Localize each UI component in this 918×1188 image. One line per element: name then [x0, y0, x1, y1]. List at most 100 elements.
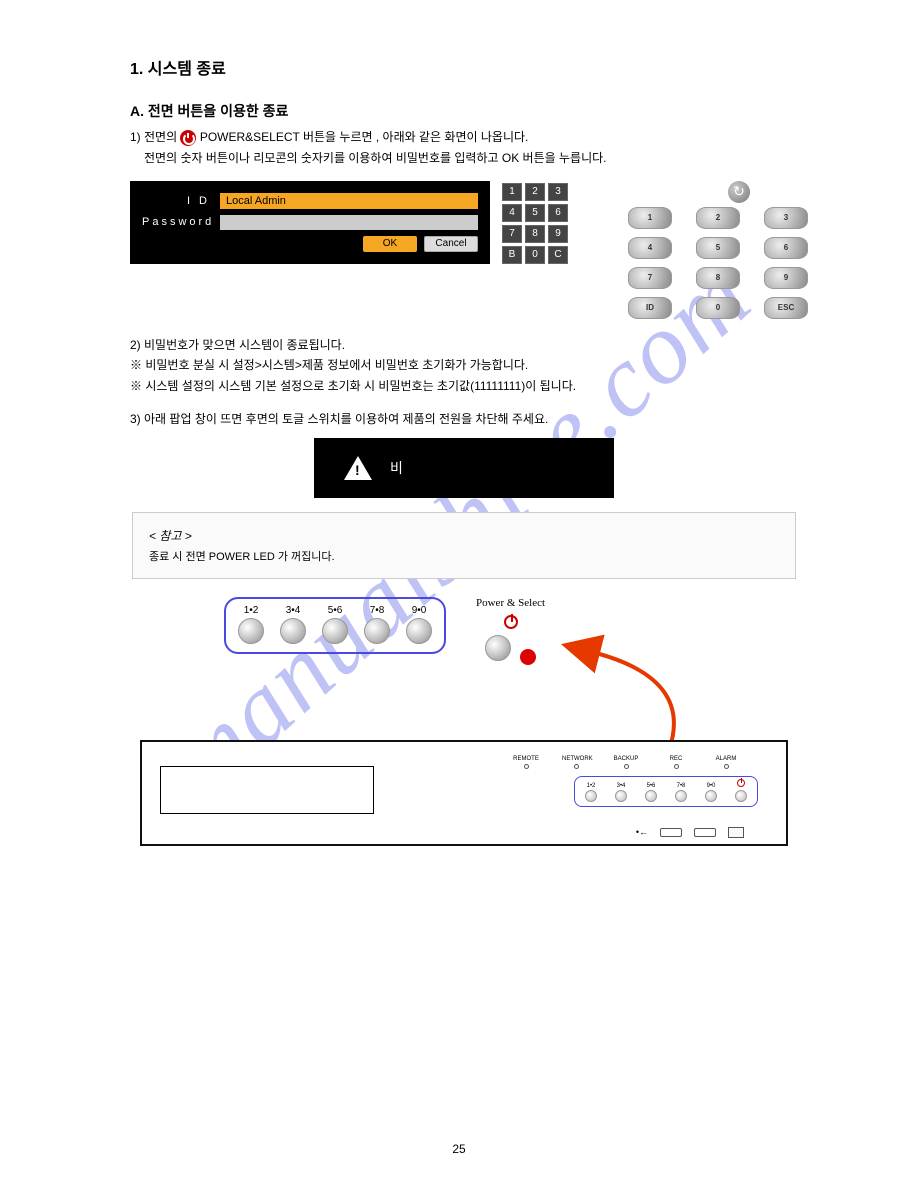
- knob-label-3: 5•6: [322, 605, 348, 616]
- key-8[interactable]: 8: [525, 225, 545, 243]
- knob-5[interactable]: [406, 618, 432, 644]
- key-2[interactable]: 2: [525, 183, 545, 201]
- usb-row: •←: [636, 827, 744, 838]
- knob-label-1: 1•2: [238, 605, 264, 616]
- ok-button[interactable]: OK: [363, 236, 417, 252]
- login-row: I D Local Admin Password OK Cancel 1 2 3…: [130, 181, 798, 319]
- led-alarm: ALARM: [716, 756, 737, 762]
- warning-triangle-icon: [344, 456, 372, 480]
- dvd-slot[interactable]: [160, 766, 374, 814]
- knob-label-4: 7•8: [364, 605, 390, 616]
- key-6[interactable]: 6: [548, 204, 568, 222]
- heading-sub-a: A. 전면 버튼을 이용한 종료: [130, 101, 798, 121]
- fbtn-1[interactable]: [585, 790, 597, 802]
- page-content: 1. 시스템 종료 A. 전면 버튼을 이용한 종료 1) 전면의 POWER&…: [0, 0, 918, 1188]
- rkey-8[interactable]: 8: [696, 267, 740, 289]
- step1-cont: , 아래와 같은 화면이 나옵니다.: [376, 130, 529, 144]
- knob-label-2: 3•4: [280, 605, 306, 616]
- step3-text: 아래 팝업 창이 뜨면 후면의 토글 스위치를 이용하여 제품의 전원을 차단해…: [144, 412, 548, 426]
- fbtn-5[interactable]: [705, 790, 717, 802]
- fbtn-label-3: 5•6: [645, 783, 657, 789]
- step-1: 1) 전면의 POWER&SELECT 버튼을 누르면 , 아래와 같은 화면이…: [130, 129, 798, 146]
- rkey-2[interactable]: 2: [696, 207, 740, 229]
- key-b[interactable]: B: [502, 246, 522, 264]
- led-network-dot: [574, 764, 579, 769]
- fbtn-power-icon: [737, 779, 745, 787]
- step3-label: 3): [130, 412, 141, 426]
- front-button-row: 1•2 3•4 5•6 7•8 9•0: [574, 776, 758, 807]
- power-select-icon: [504, 615, 518, 629]
- login-dialog: I D Local Admin Password OK Cancel: [130, 181, 490, 264]
- step1-after: POWER&SELECT 버튼을 누르면: [200, 130, 373, 144]
- rkey-esc[interactable]: ESC: [764, 297, 808, 319]
- rkey-7[interactable]: 7: [628, 267, 672, 289]
- knob-2[interactable]: [280, 618, 306, 644]
- fbtn-4[interactable]: [675, 790, 687, 802]
- knob-3[interactable]: [322, 618, 348, 644]
- refresh-icon[interactable]: ↻: [728, 181, 750, 203]
- led-rec-dot: [674, 764, 679, 769]
- callout-arrow: [134, 660, 794, 740]
- status-led-row: REMOTE NETWORK BACKUP REC ALARM: [512, 756, 740, 769]
- fbtn-power[interactable]: [735, 790, 747, 802]
- key-7[interactable]: 7: [502, 225, 522, 243]
- usb-port-2[interactable]: [694, 828, 716, 837]
- power-select-label: Power & Select: [476, 597, 545, 609]
- key-4[interactable]: 4: [502, 204, 522, 222]
- warning-text: 비: [390, 458, 409, 478]
- rkey-9[interactable]: 9: [764, 267, 808, 289]
- led-rec: REC: [670, 756, 683, 762]
- usb-port-1[interactable]: [660, 828, 682, 837]
- note-2: ※ 시스템 설정의 시스템 기본 설정으로 초기화 시 비밀번호는 초기값(11…: [130, 378, 798, 395]
- id-input[interactable]: Local Admin: [220, 193, 478, 209]
- rkey-5[interactable]: 5: [696, 237, 740, 259]
- rkey-6[interactable]: 6: [764, 237, 808, 259]
- step1-prefix: 전면의: [144, 130, 180, 144]
- heading-main: 1. 시스템 종료: [130, 55, 798, 79]
- key-5[interactable]: 5: [525, 204, 545, 222]
- knob-1[interactable]: [238, 618, 264, 644]
- warning-box: 비: [314, 438, 614, 498]
- id-label: I D: [142, 195, 220, 207]
- ir-receiver: [728, 827, 744, 838]
- reference-text: 종료 시 전면 POWER LED 가 꺼집니다.: [149, 548, 779, 564]
- note-1: ※ 비밀번호 분실 시 설정>시스템>제품 정보에서 비밀번호 초기화가 가능합…: [130, 357, 798, 374]
- led-alarm-dot: [724, 764, 729, 769]
- page-number: 25: [0, 1142, 918, 1156]
- knob-4[interactable]: [364, 618, 390, 644]
- fbtn-label-4: 7•8: [675, 783, 687, 789]
- fbtn-label-5: 9•0: [705, 783, 717, 789]
- fbtn-label-1: 1•2: [585, 783, 597, 789]
- step-1-extra: 전면의 숫자 버튼이나 리모콘의 숫자키를 이용하여 비밀번호를 입력하고 OK…: [144, 150, 798, 167]
- remote-keypad: 1 2 3 4 5 6 7 8 9 ID 0 ESC: [628, 207, 808, 319]
- key-9[interactable]: 9: [548, 225, 568, 243]
- power-icon: [180, 130, 196, 146]
- cancel-button[interactable]: Cancel: [424, 236, 478, 252]
- step-2: 2) 비밀번호가 맞으면 시스템이 종료됩니다.: [130, 337, 798, 354]
- device-front-panel: REMOTE NETWORK BACKUP REC ALARM 1•2 3•4 …: [140, 740, 788, 846]
- key-c[interactable]: C: [548, 246, 568, 264]
- rkey-3[interactable]: 3: [764, 207, 808, 229]
- key-1[interactable]: 1: [502, 183, 522, 201]
- front-panel-diagram: 1•2 3•4 5•6 7•8 9•0 Power & Select: [134, 597, 794, 846]
- led-network: NETWORK: [562, 756, 593, 762]
- reference-title: < 참고 >: [149, 527, 779, 544]
- knob-label-5: 9•0: [406, 605, 432, 616]
- password-input[interactable]: [220, 215, 478, 230]
- rkey-0[interactable]: 0: [696, 297, 740, 319]
- onscreen-keypad: 1 2 3 4 5 6 7 8 9 B 0 C: [502, 183, 568, 264]
- led-backup: BACKUP: [614, 756, 639, 762]
- rkey-1[interactable]: 1: [628, 207, 672, 229]
- step2-label: 2): [130, 338, 141, 352]
- rkey-4[interactable]: 4: [628, 237, 672, 259]
- key-3[interactable]: 3: [548, 183, 568, 201]
- rkey-id[interactable]: ID: [628, 297, 672, 319]
- usb-icon: •←: [636, 827, 648, 837]
- fbtn-3[interactable]: [645, 790, 657, 802]
- key-0[interactable]: 0: [525, 246, 545, 264]
- led-backup-dot: [624, 764, 629, 769]
- led-remote: REMOTE: [513, 756, 539, 762]
- power-select-knob[interactable]: [485, 635, 511, 661]
- step2-text: 비밀번호가 맞으면 시스템이 종료됩니다.: [144, 338, 345, 352]
- fbtn-2[interactable]: [615, 790, 627, 802]
